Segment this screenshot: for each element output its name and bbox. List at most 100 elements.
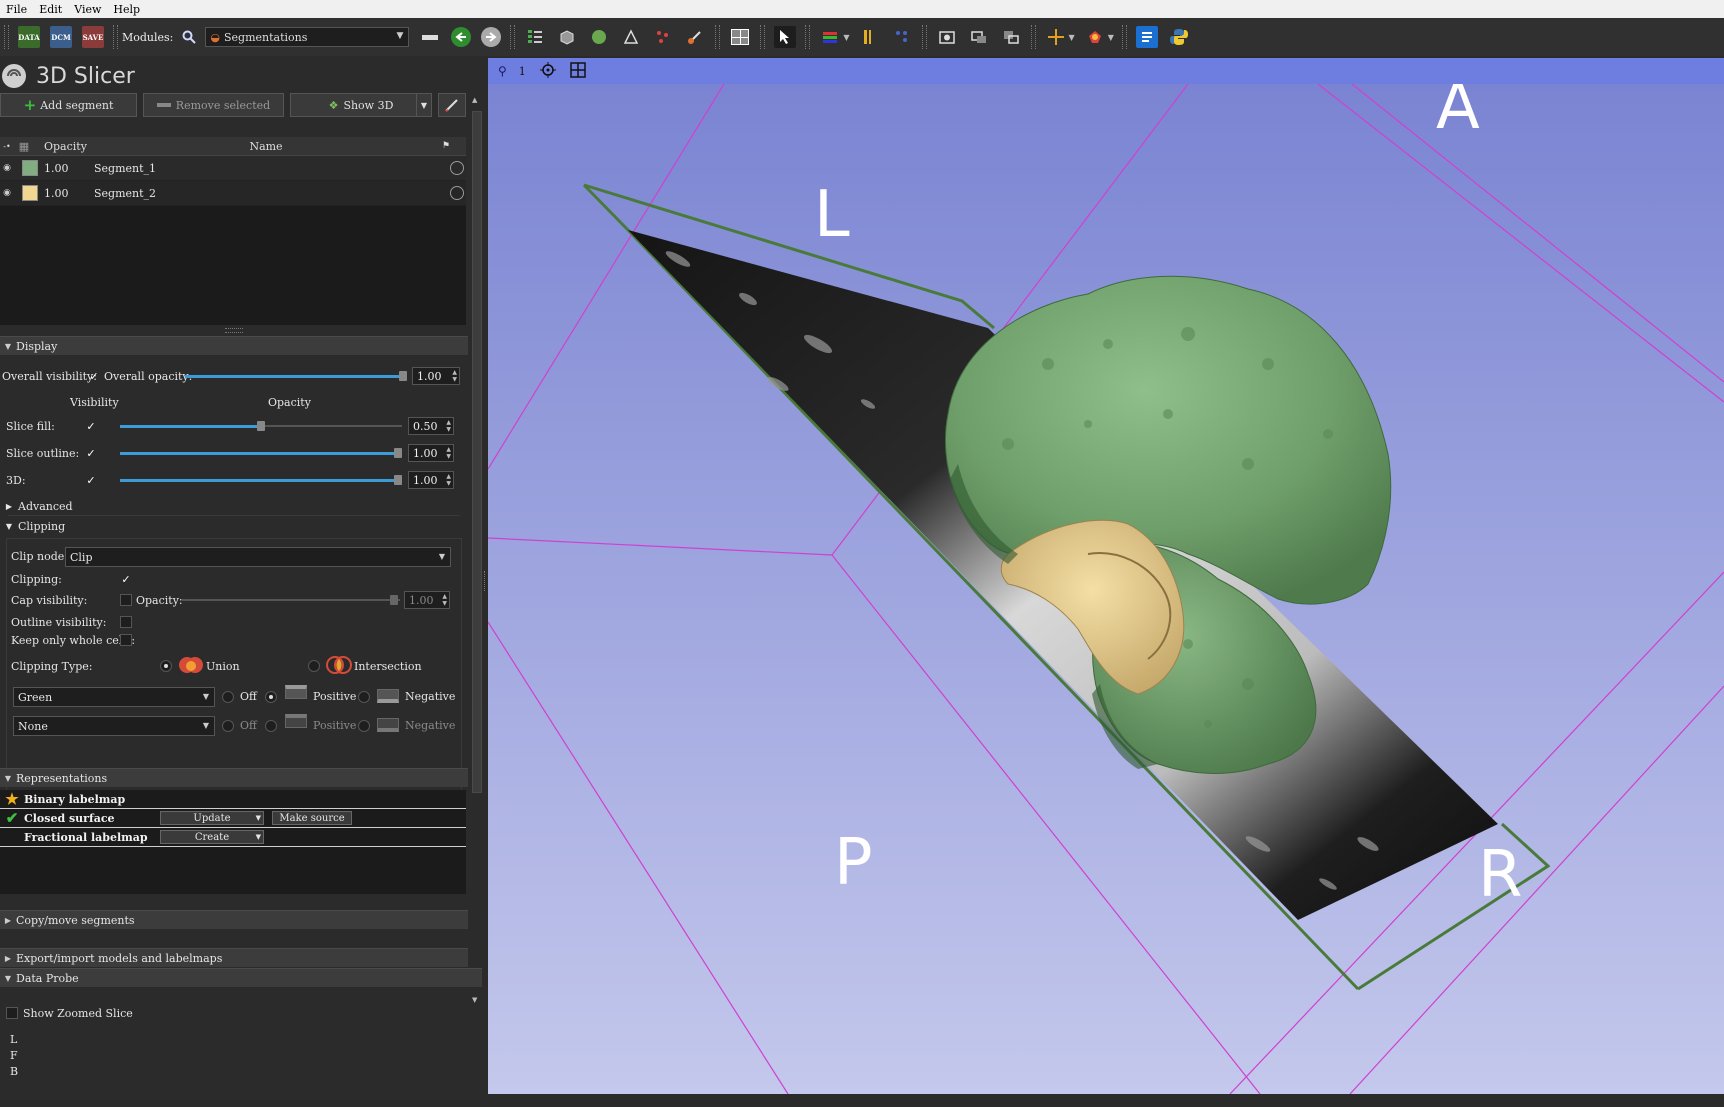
toolbar-grip[interactable] — [715, 25, 721, 49]
toolbar-grip[interactable] — [1121, 25, 1127, 49]
menu-file[interactable]: File — [0, 3, 33, 16]
3d-viewport[interactable]: A L P R — [488, 84, 1724, 1094]
window-level-icon[interactable] — [819, 26, 841, 48]
toolbar-grip[interactable] — [4, 25, 9, 49]
slice-fill-checkbox[interactable]: ✓ — [85, 420, 97, 433]
cap-opacity-spinbox[interactable]: 1.00 ▲ ▼ — [404, 591, 450, 609]
representation-row[interactable]: ★ Binary labelmap — [0, 790, 466, 809]
update-button[interactable]: Update ▼ — [160, 811, 264, 825]
cap-opacity-slider[interactable] — [182, 593, 400, 607]
clip-node-selector[interactable]: Clip ▼ — [65, 547, 451, 567]
eye-icon[interactable]: ◉ — [0, 188, 14, 198]
segments-table[interactable]: ‑• ▦ Opacity Name ⚑ ◉ 1.00 Segment_1 ◉ 1… — [0, 137, 466, 325]
slider-handle[interactable] — [394, 475, 402, 485]
cap-visibility-checkbox[interactable] — [120, 594, 132, 606]
data-module-icon[interactable] — [524, 26, 546, 48]
toolbar-grip[interactable] — [113, 25, 118, 49]
display-section-header[interactable]: ▼ Display — [0, 336, 468, 355]
screenshot-icon[interactable] — [936, 26, 958, 48]
union-radio[interactable] — [160, 660, 172, 672]
slice-fill-spinbox[interactable]: 0.50 ▲ ▼ — [408, 417, 454, 435]
pin-icon[interactable]: ⚲ — [498, 64, 507, 78]
chevron-down-icon[interactable]: ▼ — [1069, 33, 1075, 42]
spin-arrows-icon[interactable]: ▲ ▼ — [442, 593, 447, 607]
segment-editor-icon[interactable] — [684, 26, 706, 48]
segment-status-icon[interactable] — [450, 186, 464, 200]
transforms-module-icon[interactable] — [620, 26, 642, 48]
3d-visibility-checkbox[interactable]: ✓ — [85, 474, 97, 487]
visibility-column-icon[interactable]: ‑• — [0, 142, 14, 151]
forward-arrow-icon[interactable] — [481, 27, 502, 47]
color-column-icon[interactable]: ▦ — [14, 140, 34, 153]
show-3d-dropdown[interactable]: ▼ — [416, 93, 432, 117]
points-icon[interactable] — [891, 26, 913, 48]
slice-fill-slider[interactable] — [120, 419, 402, 433]
toolbar-grip[interactable] — [760, 25, 766, 49]
scroll-up-icon[interactable]: ▲ — [472, 96, 477, 104]
show-3d-button[interactable]: ❖ Show 3D — [290, 93, 432, 117]
make-source-button[interactable]: Make source — [272, 811, 352, 825]
center-view-icon[interactable] — [539, 61, 556, 81]
chevron-down-icon[interactable]: ▼ — [843, 33, 849, 42]
volumes-module-icon[interactable] — [556, 26, 578, 48]
slider-handle[interactable] — [390, 595, 398, 605]
python-console-icon[interactable] — [1168, 26, 1190, 48]
off-radio[interactable] — [222, 720, 234, 732]
segment-opacity[interactable]: 1.00 — [44, 187, 94, 200]
segment-name[interactable]: Segment_1 — [94, 162, 450, 175]
pointer-icon[interactable] — [774, 26, 797, 48]
outline-visibility-checkbox[interactable] — [120, 616, 132, 628]
positive-radio[interactable] — [265, 691, 277, 703]
add-segment-button[interactable]: + Add segment — [0, 93, 137, 117]
name-column-header[interactable]: Name — [96, 140, 436, 153]
panel-scrollbar[interactable]: ▲ ▼ — [470, 96, 482, 1016]
back-arrow-icon[interactable] — [451, 27, 472, 47]
crosshair-icon[interactable] — [1045, 26, 1067, 48]
slice-outline-spinbox[interactable]: 1.00 ▲ ▼ — [408, 444, 454, 462]
splitter-grip[interactable] — [484, 571, 487, 591]
slider-handle[interactable] — [257, 421, 265, 431]
slice-outline-slider[interactable] — [120, 446, 402, 460]
show-zoomed-slice-checkbox[interactable] — [6, 1007, 18, 1019]
data-probe-section-header[interactable]: ▼ Data Probe — [0, 968, 482, 987]
scroll-down-icon[interactable]: ▼ — [472, 996, 477, 1004]
advanced-section-header[interactable]: ▶ Advanced — [0, 500, 73, 513]
layout-icon[interactable] — [729, 26, 751, 48]
keep-whole-cells-checkbox[interactable] — [120, 634, 132, 646]
load-data-icon[interactable]: DATA — [18, 26, 40, 48]
segment-color-swatch[interactable] — [22, 160, 38, 176]
slider-handle[interactable] — [399, 371, 407, 381]
ruler-icon[interactable] — [859, 26, 881, 48]
flag-column-icon[interactable]: ⚑ — [436, 141, 456, 151]
representation-row[interactable]: Fractional labelmap Create ▼ — [0, 828, 466, 847]
segment-editor-button[interactable] — [438, 93, 466, 117]
export-import-section-header[interactable]: ▶ Export/import models and labelmaps — [0, 948, 468, 967]
overall-opacity-slider[interactable] — [185, 369, 407, 383]
menu-help[interactable]: Help — [107, 3, 146, 16]
scrollbar-thumb[interactable] — [472, 111, 482, 793]
3d-opacity-spinbox[interactable]: 1.00 ▲ ▼ — [408, 471, 454, 489]
toolbar-grip[interactable] — [805, 25, 811, 49]
splitter-handle[interactable] — [225, 328, 243, 333]
segment-color-swatch[interactable] — [22, 185, 38, 201]
menu-view[interactable]: View — [68, 3, 107, 16]
opacity-column-header[interactable]: Opacity — [34, 140, 96, 153]
menu-edit[interactable]: Edit — [33, 3, 68, 16]
segment-opacity[interactable]: 1.00 — [44, 162, 94, 175]
slice-outline-checkbox[interactable]: ✓ — [85, 447, 97, 460]
eye-icon[interactable]: ◉ — [0, 163, 14, 173]
slider-handle[interactable] — [394, 448, 402, 458]
module-history-icon[interactable] — [419, 26, 441, 48]
restore-view-icon[interactable] — [1000, 26, 1022, 48]
toolbar-grip[interactable] — [921, 25, 927, 49]
toolbar-grip[interactable] — [1030, 25, 1036, 49]
slice-node-selector[interactable]: None ▼ — [13, 716, 215, 736]
copy-move-section-header[interactable]: ▶ Copy/move segments — [0, 910, 468, 929]
chevron-down-icon[interactable]: ▼ — [1108, 33, 1114, 42]
clipping-checkbox[interactable]: ✓ — [120, 573, 132, 586]
dicom-icon[interactable]: DCM — [50, 26, 72, 48]
toolbar-grip[interactable] — [510, 25, 516, 49]
representations-section-header[interactable]: ▼ Representations — [0, 768, 468, 787]
extensions-icon[interactable] — [1084, 26, 1106, 48]
create-button[interactable]: Create ▼ — [160, 830, 264, 844]
